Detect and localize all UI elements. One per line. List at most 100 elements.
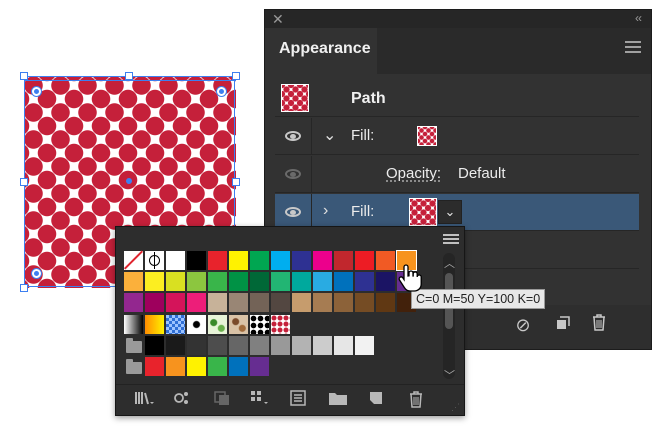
- fill-swatch[interactable]: [409, 198, 437, 226]
- gray-swatch[interactable]: [292, 336, 311, 355]
- color-swatch[interactable]: [145, 293, 164, 312]
- resize-handle-top-right[interactable]: [232, 72, 240, 80]
- resize-handle-bottom-left[interactable]: [20, 284, 28, 292]
- group-color-swatch[interactable]: [208, 357, 227, 376]
- color-swatch[interactable]: [229, 272, 248, 291]
- corner-widget-bottom-left[interactable]: [31, 268, 42, 279]
- color-swatch[interactable]: [145, 272, 164, 291]
- color-swatch[interactable]: [187, 293, 206, 312]
- resize-grip-icon[interactable]: ⋰: [451, 402, 460, 413]
- clear-appearance-icon[interactable]: ⊘: [511, 313, 535, 337]
- new-color-group-icon[interactable]: [250, 390, 270, 410]
- visibility-toggle[interactable]: [275, 156, 312, 192]
- panel-menu-icon[interactable]: [625, 41, 641, 56]
- swatch-libraries-icon[interactable]: [134, 390, 154, 410]
- color-swatch[interactable]: [250, 272, 269, 291]
- fill-dropdown-button[interactable]: ⌄: [438, 200, 462, 224]
- scroll-up-icon[interactable]: ︿: [444, 255, 455, 271]
- group-color-swatch[interactable]: [166, 357, 185, 376]
- visibility-toggle[interactable]: [275, 194, 312, 230]
- swatch-registration[interactable]: [145, 251, 164, 270]
- color-swatch[interactable]: [292, 293, 311, 312]
- color-swatch[interactable]: [271, 251, 290, 270]
- gray-swatch[interactable]: [271, 336, 290, 355]
- color-swatch[interactable]: [166, 293, 185, 312]
- pattern-blue-check-swatch[interactable]: [166, 315, 185, 334]
- appearance-row-fill[interactable]: ⌄ Fill:: [275, 118, 639, 155]
- delete-item-icon[interactable]: [587, 313, 611, 337]
- resize-handle-left[interactable]: [20, 178, 28, 186]
- new-swatch-icon[interactable]: [366, 390, 386, 410]
- group-color-swatch[interactable]: [145, 357, 164, 376]
- resize-handle-top[interactable]: [125, 72, 133, 80]
- gradient-black-white-swatch[interactable]: [124, 315, 143, 334]
- color-swatch[interactable]: [292, 272, 311, 291]
- pattern-halftone-swatch[interactable]: [187, 315, 206, 334]
- color-swatch[interactable]: [208, 251, 227, 270]
- group-color-swatch[interactable]: [229, 357, 248, 376]
- color-swatch[interactable]: [124, 272, 143, 291]
- color-swatch[interactable]: [166, 272, 185, 291]
- color-swatch[interactable]: [124, 293, 143, 312]
- color-swatch[interactable]: [208, 293, 227, 312]
- gray-swatch[interactable]: [313, 336, 332, 355]
- color-swatch[interactable]: [250, 293, 269, 312]
- list-view-icon[interactable]: [443, 234, 459, 246]
- color-swatch[interactable]: [271, 272, 290, 291]
- color-swatch[interactable]: [313, 251, 332, 270]
- color-swatch[interactable]: [313, 293, 332, 312]
- chevron-right-icon[interactable]: ›: [323, 202, 328, 220]
- resize-handle-right[interactable]: [232, 178, 240, 186]
- color-swatch[interactable]: [187, 251, 206, 270]
- gray-swatch[interactable]: [250, 336, 269, 355]
- show-kinds-icon[interactable]: [172, 390, 192, 410]
- pattern-red-dots-swatch[interactable]: [271, 315, 290, 334]
- duplicate-item-icon[interactable]: [551, 313, 575, 337]
- color-swatch[interactable]: [334, 272, 353, 291]
- corner-widget-top-left[interactable]: [31, 86, 42, 97]
- fill-swatch[interactable]: [417, 126, 437, 146]
- group-color-swatch[interactable]: [250, 357, 269, 376]
- gray-swatch[interactable]: [208, 336, 227, 355]
- pattern-brown-paisley-swatch[interactable]: [229, 315, 248, 334]
- gray-swatch[interactable]: [355, 336, 374, 355]
- delete-swatch-icon[interactable]: [406, 390, 426, 410]
- gray-swatch[interactable]: [187, 336, 206, 355]
- group-color-swatch[interactable]: [187, 357, 206, 376]
- gray-swatch[interactable]: [229, 336, 248, 355]
- pattern-black-dots-swatch[interactable]: [250, 315, 269, 334]
- color-swatch[interactable]: [166, 251, 185, 270]
- color-swatch[interactable]: [334, 293, 353, 312]
- close-icon[interactable]: ✕: [272, 11, 284, 28]
- corner-widget-top-right[interactable]: [216, 86, 227, 97]
- appearance-row-opacity[interactable]: Opacity: Default: [275, 156, 639, 193]
- swatch-list-icon[interactable]: [288, 390, 308, 410]
- visibility-toggle[interactable]: [275, 118, 312, 154]
- color-swatch[interactable]: [376, 293, 395, 312]
- color-swatch[interactable]: [313, 272, 332, 291]
- color-swatch[interactable]: [250, 251, 269, 270]
- gradient-orange-yellow-swatch[interactable]: [145, 315, 164, 334]
- chevron-down-icon[interactable]: ⌄: [323, 125, 336, 145]
- gray-swatch[interactable]: [334, 336, 353, 355]
- gray-swatch[interactable]: [145, 336, 164, 355]
- resize-handle-top-left[interactable]: [20, 72, 28, 80]
- new-color-group-folder-icon[interactable]: [328, 390, 348, 410]
- panel-title[interactable]: Appearance: [279, 40, 371, 58]
- color-swatch[interactable]: [376, 251, 395, 270]
- color-swatch[interactable]: [376, 272, 395, 291]
- swatch-none[interactable]: [124, 251, 143, 270]
- color-swatch[interactable]: [355, 272, 374, 291]
- color-swatch[interactable]: [187, 272, 206, 291]
- color-swatch[interactable]: [355, 251, 374, 270]
- color-swatch[interactable]: [208, 272, 227, 291]
- scroll-down-icon[interactable]: ﹀: [444, 367, 455, 383]
- opacity-link[interactable]: Opacity:: [386, 165, 441, 182]
- color-swatch[interactable]: [229, 293, 248, 312]
- appearance-row-path[interactable]: Path: [275, 82, 639, 117]
- gray-swatch[interactable]: [166, 336, 185, 355]
- panel-header-bar[interactable]: ✕ ‹‹: [265, 10, 651, 28]
- pattern-green-leaf-swatch[interactable]: [208, 315, 227, 334]
- color-swatch[interactable]: [334, 251, 353, 270]
- color-swatch[interactable]: [355, 293, 374, 312]
